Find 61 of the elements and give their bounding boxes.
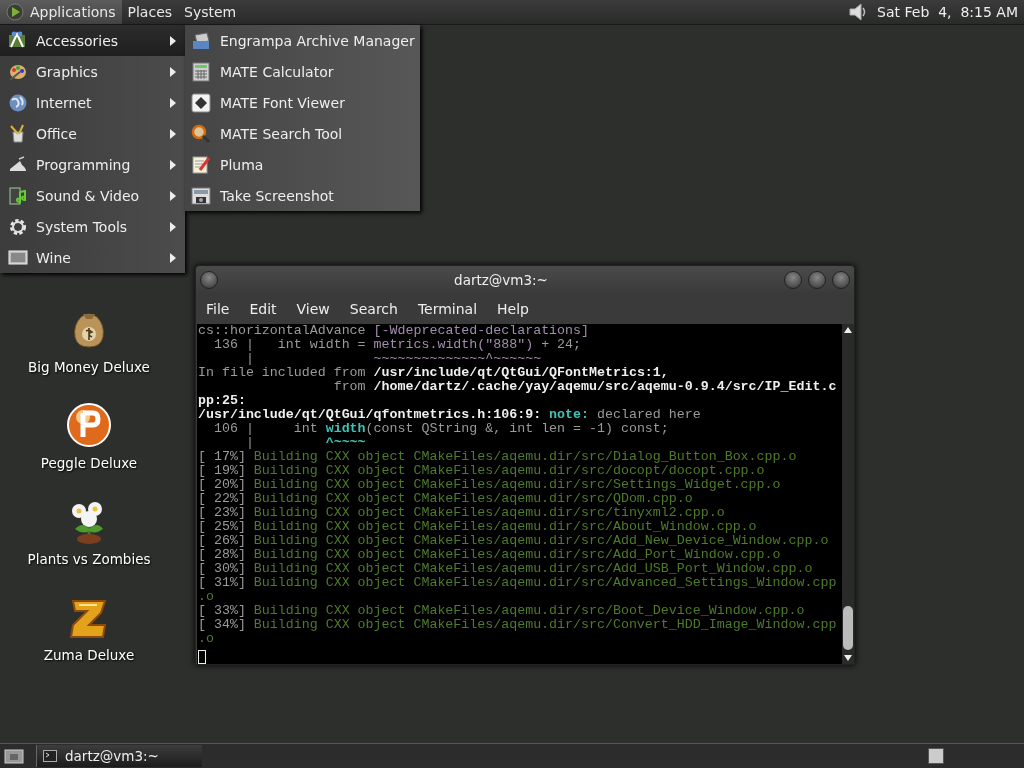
show-desktop-icon (4, 747, 24, 765)
film-music-icon (8, 185, 28, 206)
desktop-icon-label[interactable]: Plants vs Zombies (27, 551, 151, 567)
maximize-button[interactable] (808, 271, 826, 289)
gear-icon (8, 216, 28, 237)
desktop-icon-label[interactable]: Peggle Deluxe (40, 455, 138, 471)
menu-item[interactable]: Office (0, 118, 185, 149)
submenu-arrow-icon (169, 96, 177, 109)
menu-item[interactable]: Take Screenshot (185, 180, 420, 211)
panel-menu[interactable]: System (178, 0, 243, 24)
menu-item[interactable]: Programming (0, 149, 185, 180)
clock[interactable]: Sat Feb 4, 8:15 AM (877, 4, 1024, 20)
menu-item[interactable]: Pluma (185, 149, 420, 180)
menu-item[interactable]: Wine (0, 242, 185, 273)
scroll-up-icon (843, 326, 853, 334)
submenu-arrow-icon (169, 158, 177, 171)
submenu-arrow-icon (169, 251, 177, 264)
menu-bar-item[interactable]: Search (343, 301, 406, 317)
desktop-icon-label[interactable]: Zuma Deluxe (43, 647, 135, 663)
printer-icon (191, 30, 211, 51)
submenu-arrow-icon (169, 189, 177, 202)
close-button[interactable] (832, 271, 850, 289)
submenu-arrow-icon (169, 34, 177, 47)
terminal-icon (43, 750, 57, 762)
window-icon (8, 247, 28, 268)
submenu-arrow-icon (169, 65, 177, 78)
window-menu-button[interactable] (200, 271, 218, 289)
submenu-arrow-icon (169, 220, 177, 233)
desktop-icon-label[interactable]: Big Money Deluxe (28, 359, 150, 375)
menu-item[interactable]: MATE Search Tool (185, 118, 420, 149)
menu-item[interactable]: Accessories (0, 25, 185, 56)
scroll-down-icon (843, 654, 853, 662)
mate-logo-icon (6, 3, 24, 21)
menu-item[interactable]: Internet (0, 87, 185, 118)
menu-item[interactable]: Graphics (0, 56, 185, 87)
menu-item[interactable]: System Tools (0, 211, 185, 242)
text-cursor (198, 650, 206, 664)
taskbar-button[interactable]: dartz@vm3:~ (36, 745, 202, 767)
globe-icon (8, 92, 28, 113)
menu-bar-item[interactable]: View (290, 301, 338, 317)
menu-item[interactable]: Sound & Video (0, 180, 185, 211)
minimize-button[interactable] (784, 271, 802, 289)
scrollbar[interactable] (842, 324, 854, 664)
ball-icon (65, 401, 113, 449)
menu-bar-item[interactable]: Help (491, 301, 537, 317)
menu-bar-item[interactable]: Edit (243, 301, 285, 317)
menu-item[interactable]: MATE Calculator (185, 56, 420, 87)
submenu-arrow-icon (169, 127, 177, 140)
menu-bar-item[interactable]: Terminal (411, 301, 486, 317)
panel-menu[interactable]: Applications (0, 0, 122, 24)
scrollbar-thumb[interactable] (843, 606, 853, 650)
terminal-output: cs::horizontalAdvance [-Wdeprecated-declarations] 136 | int width = metrics.width("888") + 24; | ~~~~~~~~~~~~~~^~~~~~~ In file included from /usr/include/qt/QtGui/QFontMetrics:1, from /home/dartz/.cache/yay/aqemu/src/aqemu-0.9.4/src/IP_Edit.c pp:25: /usr/include/qt/QtGui/qfontmetrics.h:106:9: note: declared here 106 | int width(const QString &, int len = -1) const; | ^~~~~ [ 17%] Building CXX object CMakeFiles/aqemu.dir/src/Dialog_Button_Box.cpp.o [ 19%] Building CXX object CMakeFiles/aqemu.dir/src/docopt/docopt.cpp.o [ 20%] Building CXX object CMakeFiles/aqemu.dir/src/Settings_Widget.cpp.o [ 22%] Building CXX object CMakeFiles/aqemu.dir/src/QDom.cpp.o [ 23%] Building CXX object CMakeFiles/aqemu.dir/src/tinyxml2.cpp.o [ 25%] Building CXX object CMakeFiles/aqemu.dir/src/About_Window.cpp.o [ 26%] Building CXX object CMakeFiles/aqemu.dir/src/Add_New_Device_Window.cpp.o [ 28%] Building CXX object CMakeFiles/aqemu.dir/src/Add_Port_Window.cpp.o [ 30%] Building CXX object CMakeFiles/aqemu.dir/src/Add_USB_Port_Window.cpp.o [ 31%] Building CXX object CMakeFiles/aqemu.dir/src/Advanced_Settings_Window.cpp .o [ 33%] Building CXX object CMakeFiles/aqemu.dir/src/Boot_Device_Window.cpp.o [ 34%] Building CXX object CMakeFiles/aqemu.dir/src/Convert_HDD_Image_Window.cpp .o (197, 324, 842, 664)
search-icon (191, 123, 211, 144)
menu-item[interactable]: MATE Font Viewer (185, 87, 420, 118)
notepad-pencil-icon (191, 154, 211, 175)
menu-bar-item[interactable]: File (200, 301, 238, 317)
menu-item[interactable]: Engrampa Archive Manager (185, 25, 420, 56)
panel-menu[interactable]: Places (121, 0, 179, 24)
window-title: dartz@vm3:~ (453, 272, 549, 288)
calculator-icon (191, 61, 211, 82)
workspace-switcher[interactable] (928, 748, 944, 764)
